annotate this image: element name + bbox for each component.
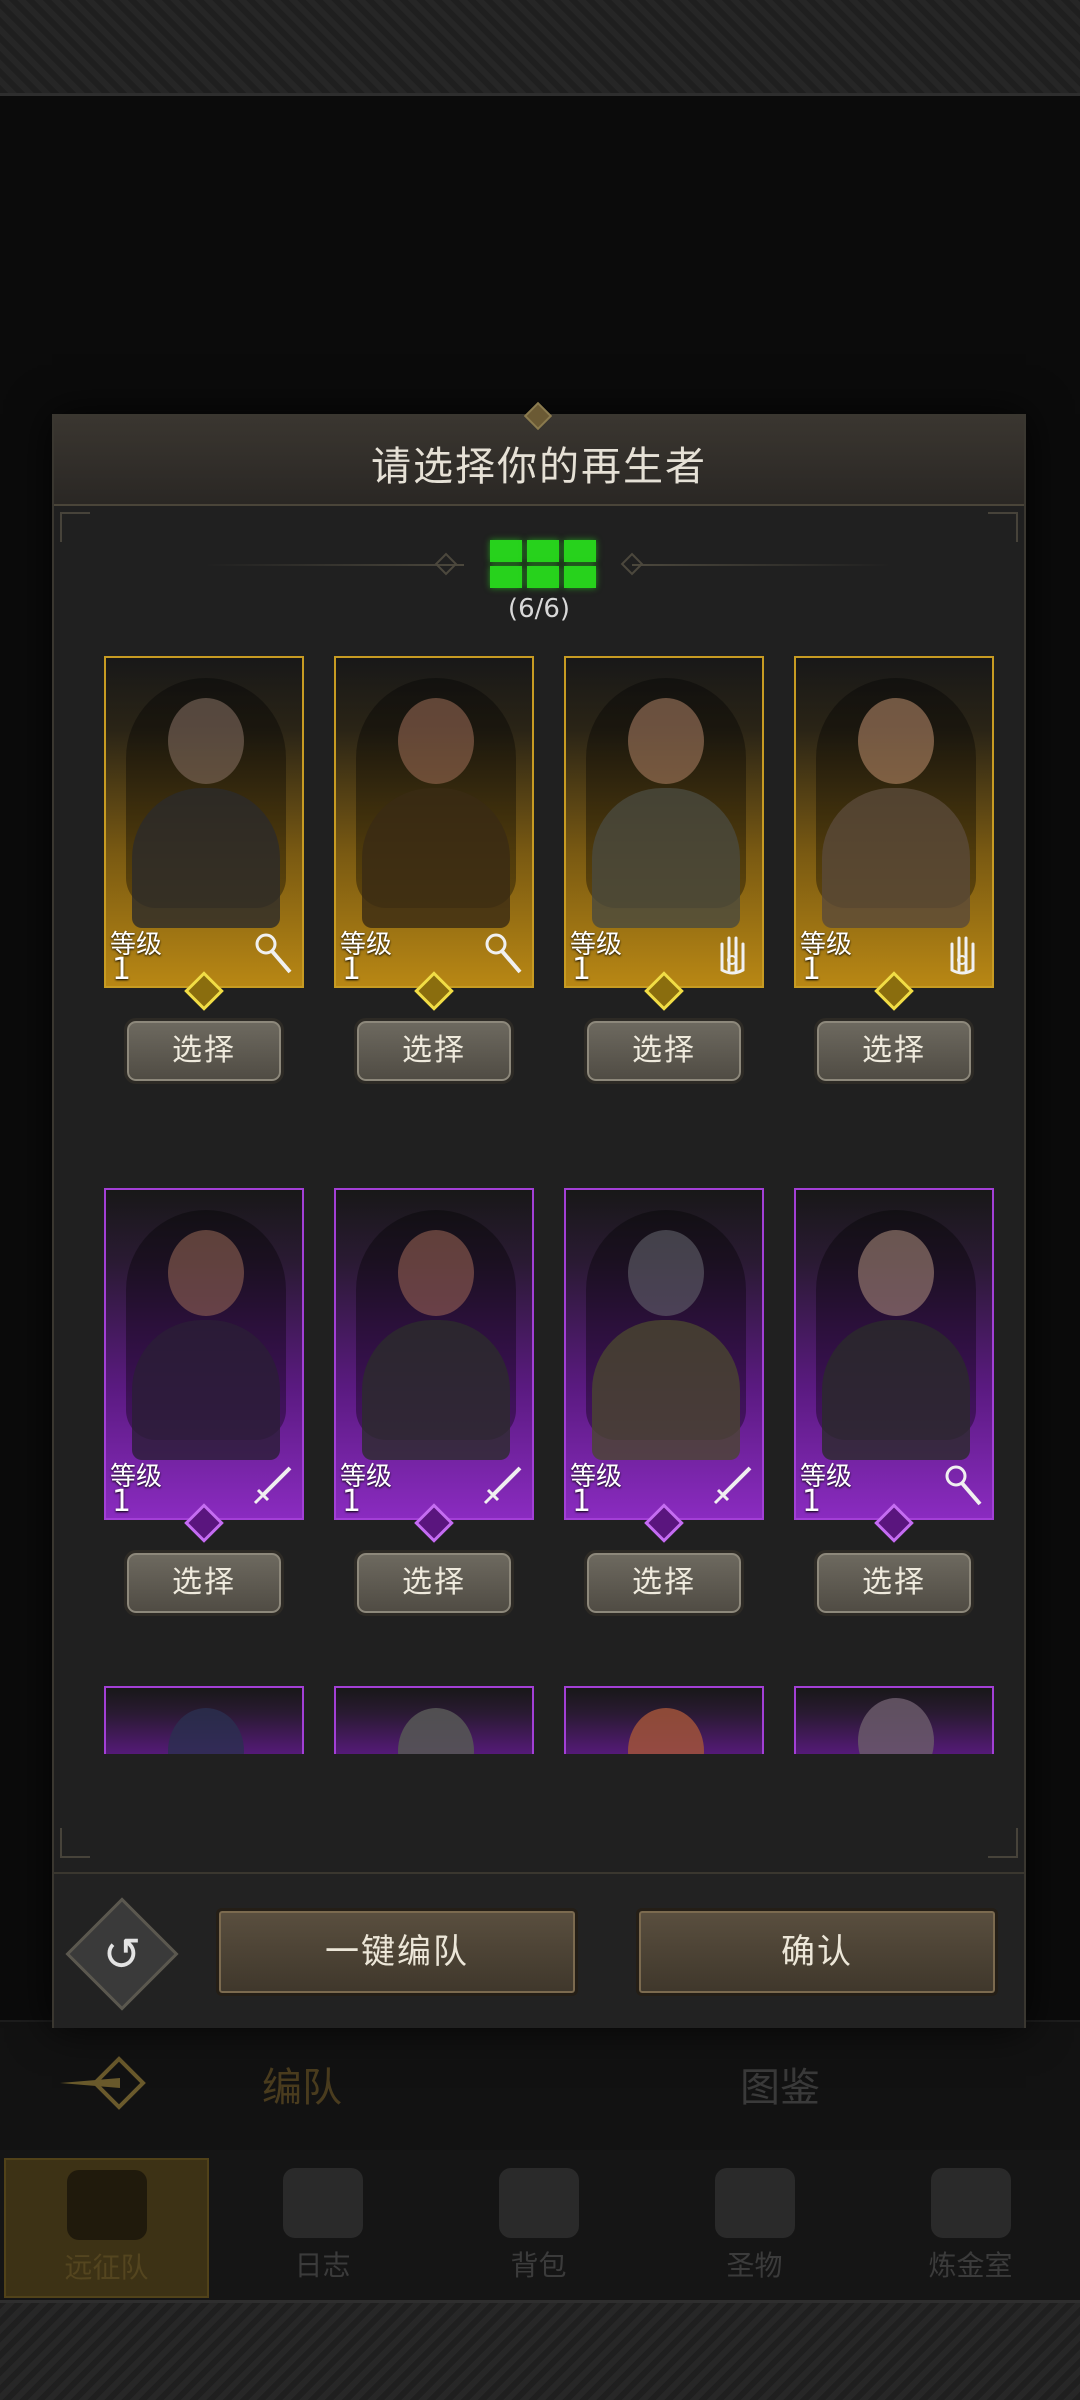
staff-icon [250,930,296,976]
team-slots-indicator [490,540,596,590]
divider-line [632,564,892,566]
dialog-footer: ↺ 一键编队 确认 [54,1872,1024,2028]
hero-portrait[interactable]: 等级 1 [334,1188,534,1520]
undo-icon: ↺ [102,1927,142,1981]
hero-portrait[interactable]: 等级 1 [334,656,534,988]
relic-icon [714,2168,795,2238]
nav-label: 背包 [510,2249,567,2282]
slot-filled [527,566,559,588]
sword-icon [710,1462,756,1508]
hero-card: 等级 1 选择 [104,656,304,1084]
level-value: 1 [112,952,132,987]
nav-relics: 圣物 [652,2158,857,2298]
select-button[interactable]: 选择 [124,1550,284,1616]
divider-line [204,564,464,566]
hero-portrait[interactable] [794,1686,994,1754]
nav-label: 远征队 [64,2251,149,2284]
hand-icon [940,930,986,976]
nav-alchemy: 炼金室 [868,2158,1073,2298]
auto-formation-button[interactable]: 一键编队 [216,1908,578,1996]
staff-icon [480,930,526,976]
select-button[interactable]: 选择 [354,1550,514,1616]
slot-filled [564,566,596,588]
divider-diamond-icon [434,552,458,576]
tab-codex: 图鉴 [740,2065,820,2111]
slot-filled [490,540,522,562]
helmet-icon [66,2170,147,2240]
staff-icon [940,1462,986,1508]
selection-counter: (6/6) [507,594,571,624]
level-value: 1 [572,1484,592,1519]
hero-grid[interactable]: 等级 1 选择 等级 1 选择 等级 1 选择 等级 1 选择 等级 1 选择 … [54,656,1024,1754]
hero-card: 等级 1 选择 [334,1188,534,1616]
hero-portrait[interactable]: 等级 1 [104,656,304,988]
hero-portrait[interactable] [334,1686,534,1754]
corner-ornament [60,512,90,542]
alchemy-icon [930,2168,1011,2238]
hero-portrait[interactable]: 等级 1 [104,1188,304,1520]
level-value: 1 [802,952,822,987]
sword-icon [250,1462,296,1508]
slot-filled [527,540,559,562]
level-value: 1 [802,1484,822,1519]
corner-ornament [988,512,1018,542]
tab-formation: 编队 [262,2065,342,2111]
nav-label: 圣物 [726,2249,783,2282]
nav-label: 炼金室 [928,2249,1013,2282]
back-arrow-icon [0,2030,190,2140]
hero-card: 等级 1 选择 [564,656,764,1084]
select-button[interactable]: 选择 [814,1018,974,1084]
hero-portrait[interactable]: 等级 1 [564,656,764,988]
slot-filled [564,540,596,562]
hero-card: 等级 1 选择 [334,656,534,1084]
hero-card [564,1686,764,1754]
hand-icon [710,930,756,976]
sword-icon [480,1462,526,1508]
nav-label: 日志 [294,2249,351,2282]
hero-card [104,1686,304,1754]
bottom-ornament [0,2300,1080,2400]
nav-backpack: 背包 [436,2158,641,2298]
select-button[interactable]: 选择 [584,1018,744,1084]
hero-portrait[interactable]: 等级 1 [794,1188,994,1520]
level-value: 1 [342,1484,362,1519]
dialog-title: 请选择你的再生者 [371,444,707,490]
corner-ornament [60,1828,90,1858]
corner-ornament [988,1828,1018,1858]
hero-card: 等级 1 选择 [564,1188,764,1616]
hero-portrait[interactable]: 等级 1 [794,656,994,988]
nav-journal: 日志 [220,2158,425,2298]
hero-card: 等级 1 选择 [794,656,994,1084]
nav-expedition: 远征队 [4,2158,209,2298]
hero-card [794,1686,994,1754]
select-button[interactable]: 选择 [124,1018,284,1084]
dialog-header: 请选择你的再生者 [54,401,1024,506]
hero-select-dialog: 请选择你的再生者 (6/6) 等级 1 选择 等级 1 选择 等级 1 选择 等… [52,401,1026,2028]
hero-card: 等级 1 选择 [794,1188,994,1616]
hero-card [334,1686,534,1754]
hero-portrait[interactable]: 等级 1 [564,1188,764,1520]
level-value: 1 [572,952,592,987]
select-button[interactable]: 选择 [584,1550,744,1616]
top-ornament [0,0,1080,96]
select-button[interactable]: 选择 [354,1018,514,1084]
header-gem-icon [523,401,553,431]
level-value: 1 [112,1484,132,1519]
hero-portrait[interactable] [564,1686,764,1754]
confirm-button[interactable]: 确认 [636,1908,998,1996]
screen: 编队 图鉴 远征队 日志 背包 圣物 炼金室 请选择你的再生者 (6/6) 等级… [0,0,1080,2400]
level-value: 1 [342,952,362,987]
select-button[interactable]: 选择 [814,1550,974,1616]
hero-portrait[interactable] [104,1686,304,1754]
hero-card: 等级 1 选择 [104,1188,304,1616]
backpack-icon [498,2168,579,2238]
scroll-icon [282,2168,363,2238]
slot-filled [490,566,522,588]
